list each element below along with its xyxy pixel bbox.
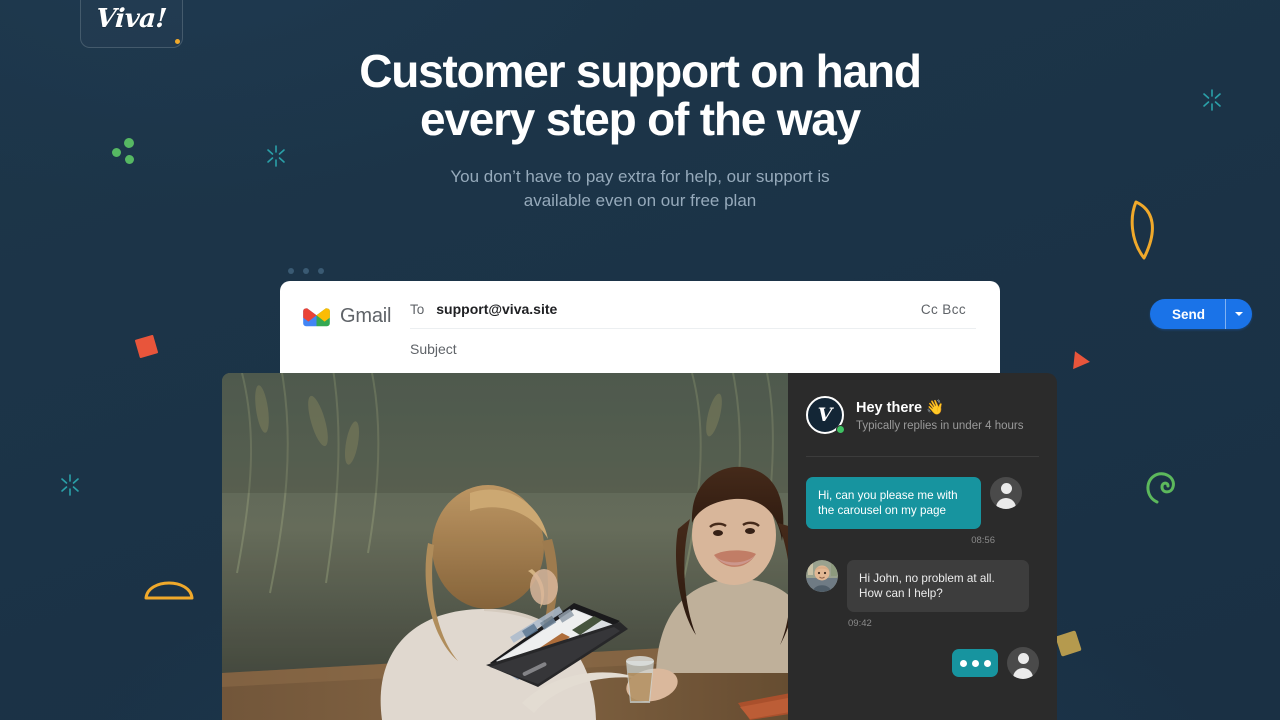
agent-photo-avatar (806, 560, 838, 592)
visitor-silhouette-avatar (990, 477, 1022, 509)
gmail-brand: Gmail (302, 301, 410, 328)
gmail-brand-label: Gmail (340, 305, 392, 327)
gmail-to-label: To (410, 301, 425, 317)
online-status-dot-icon (836, 425, 845, 434)
live-chat-widget: V Hey there 👋 Typically replies in under… (788, 373, 1057, 720)
chat-bubble-text: Hi John, no problem at all. How can I he… (847, 560, 1029, 612)
chat-message-timestamp: 09:42 (848, 618, 872, 629)
red-triangle-icon (1073, 351, 1091, 371)
viva-logo-box[interactable]: Viva! (80, 0, 183, 48)
photo-illustration (222, 373, 788, 720)
send-button-label: Send (1150, 299, 1226, 329)
gmail-to-value: support@viva.site (436, 301, 558, 317)
send-button[interactable]: Send (1149, 299, 1252, 329)
gmail-to-field[interactable]: To support@viva.site Cc Bcc (410, 301, 976, 329)
chat-reply-time: Typically replies in under 4 hours (856, 419, 1024, 432)
gmail-subject-field[interactable]: Subject (410, 329, 976, 357)
headline-line-1: Customer support on hand (359, 45, 922, 97)
subhead-line-2: available even on our free plan (523, 191, 757, 210)
gmail-ccbcc-toggle[interactable]: Cc Bcc (921, 302, 976, 317)
page-subtitle: You don’t have to pay extra for help, ou… (0, 165, 1280, 213)
gold-dome-outline-icon (142, 570, 196, 609)
chat-brand-avatar: V (806, 396, 845, 434)
chat-typing-indicator-row (806, 647, 1039, 679)
page-title: Customer support on hand every step of t… (0, 47, 1280, 143)
headline-line-2: every step of the way (419, 93, 861, 145)
typing-dots-icon (952, 649, 998, 677)
chat-message-timestamp: 08:56 (971, 535, 995, 546)
viva-logo-text: Viva! (95, 4, 168, 34)
chat-header: V Hey there 👋 Typically replies in under… (788, 373, 1057, 434)
chat-message-visitor: Hi, can you please me with the carousel … (806, 477, 1039, 529)
chat-message-agent: Hi John, no problem at all. How can I he… (806, 560, 1039, 612)
green-spiral-icon (1141, 462, 1187, 513)
chat-bubble-text: Hi, can you please me with the carousel … (806, 477, 981, 529)
subhead-line-1: You don’t have to pay extra for help, ou… (450, 167, 830, 186)
red-square-icon (134, 334, 159, 359)
agent-avatar-photo (806, 560, 838, 592)
teal-sparkle-lower-left-icon (58, 473, 82, 497)
window-traffic-lights (288, 268, 324, 274)
hero-section: Customer support on hand every step of t… (0, 47, 1280, 213)
window-dot (288, 268, 294, 274)
gold-square-icon (1055, 630, 1082, 657)
gmail-logo-icon (303, 307, 330, 326)
window-dot (318, 268, 324, 274)
chat-message-list[interactable]: Hi, can you please me with the carousel … (788, 457, 1057, 679)
chat-title: Hey there 👋 (856, 399, 945, 416)
send-options-chevron-down-icon[interactable] (1226, 299, 1252, 329)
viva-logo-accent-dot (175, 39, 180, 44)
visitor-silhouette-avatar (1007, 647, 1039, 679)
hero-photo-two-women-at-cafe (222, 373, 788, 720)
window-dot (303, 268, 309, 274)
